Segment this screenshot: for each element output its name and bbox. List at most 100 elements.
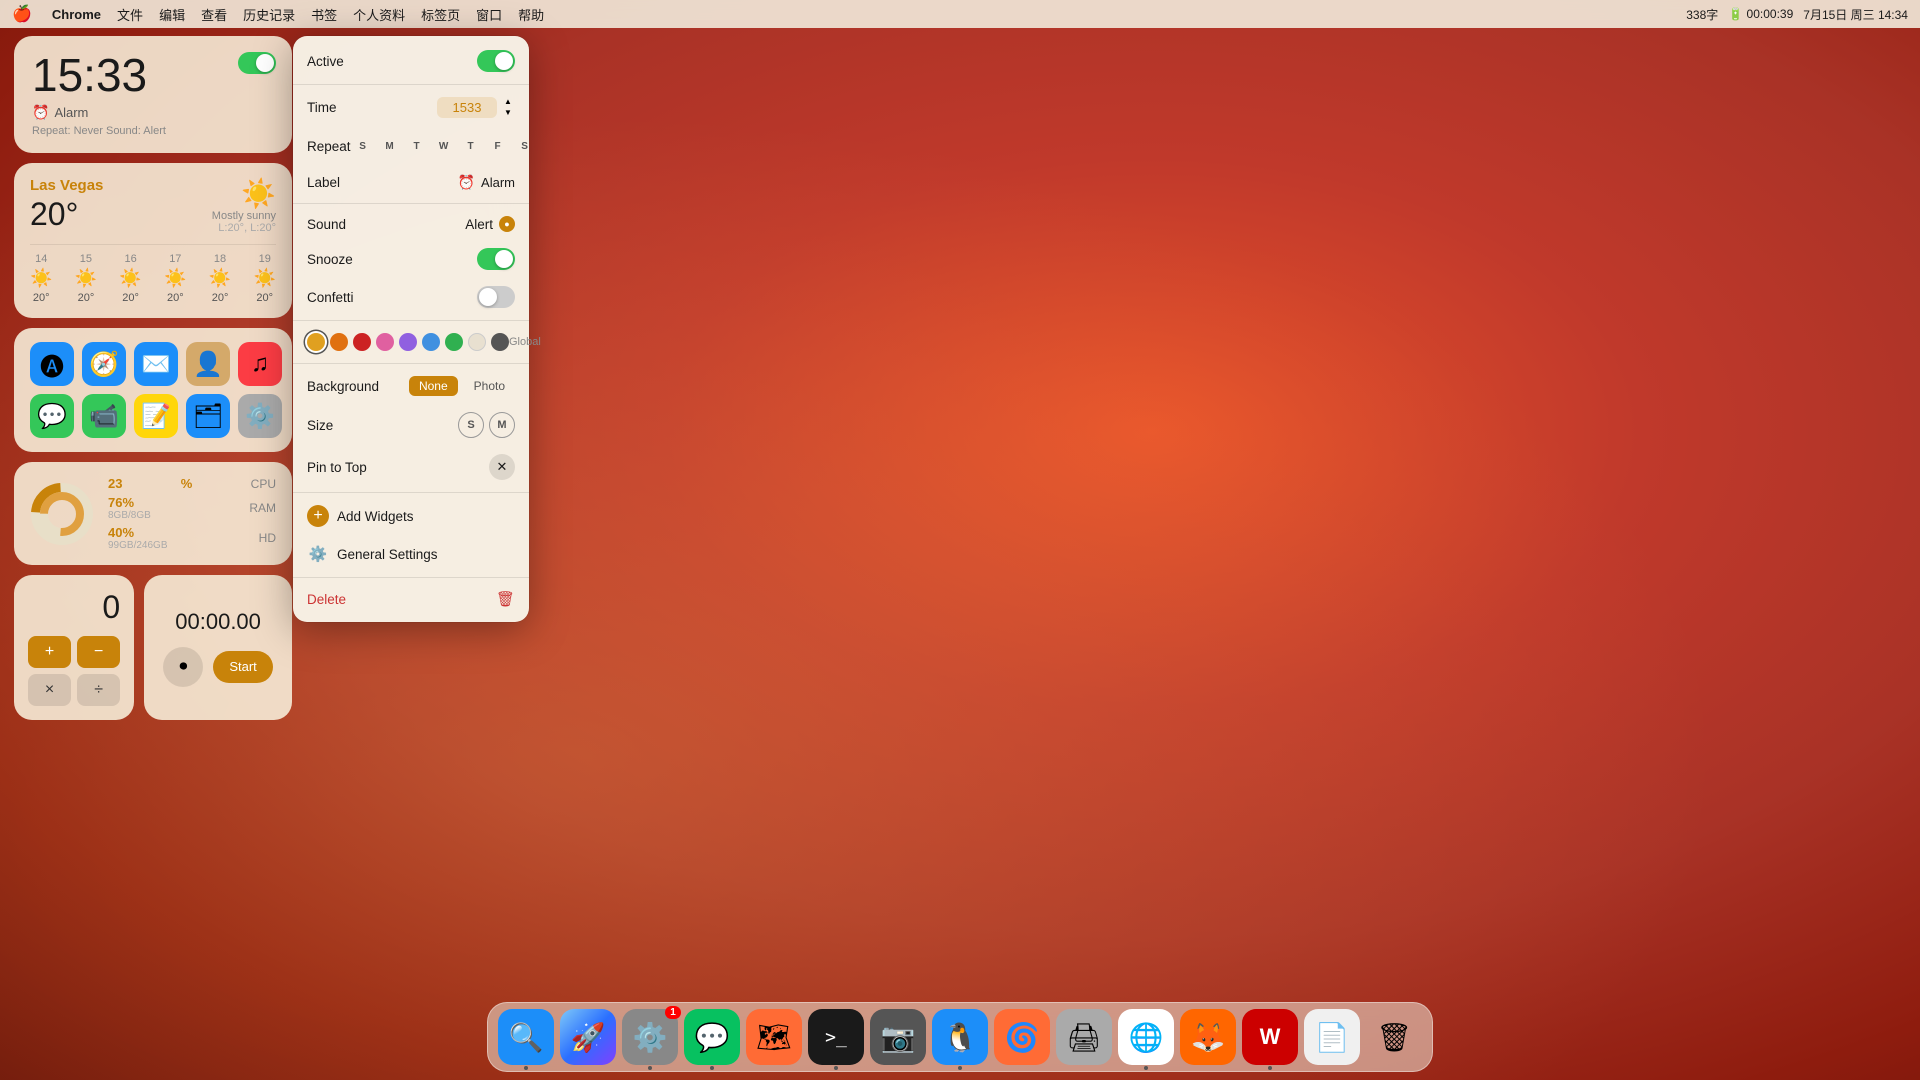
sp-time-up[interactable]: ▲ [501,97,515,107]
dock-printer[interactable]: 🖨 [1056,1009,1112,1065]
weather-header: Las Vegas 20° ☀️ Mostly sunny L:20°, L:2… [30,177,276,234]
weather-range: L:20°, L:20° [212,222,276,234]
stats-widget: 23% CPU 76% 8GB/8GB RAM 40% 99GB/246GB H… [14,462,292,565]
sp-color-green[interactable] [445,333,463,351]
dock-app9[interactable]: 🌀 [994,1009,1050,1065]
sp-color-black[interactable] [491,333,509,351]
app-appstore[interactable]: 🅐 [30,342,74,386]
apps-grid: 🅐 🧭 ✉️ 👤 ♫ 💬 📹 📝 🗂 ⚙️ [30,342,276,438]
menubar-app-name[interactable]: Chrome [52,7,101,22]
menubar-bookmarks[interactable]: 书签 [311,5,337,24]
dock-petalmaps[interactable]: 🗺 [746,1009,802,1065]
sp-pin-icon[interactable]: ✕ [489,454,515,480]
stats-cpu-label: CPU [251,477,276,491]
clock-toggle[interactable] [238,52,276,74]
sp-day-fri[interactable]: F [486,134,510,158]
forecast-icon-2: ☀️ [119,268,141,289]
sp-bg-photo-btn[interactable]: Photo [464,376,515,396]
sp-color-yellow[interactable] [307,333,325,351]
forecast-icon-3: ☀️ [164,268,186,289]
menubar-window[interactable]: 窗口 [476,5,502,24]
app-finder[interactable]: 🗂 [186,394,230,438]
dock-wps[interactable]: W [1242,1009,1298,1065]
forecast-icon-0: ☀️ [30,268,52,289]
apple-menu-icon[interactable]: 🍎 [12,4,32,24]
dock-app13-icon: 📄 [1315,1021,1350,1054]
sp-add-widgets-label: Add Widgets [337,509,414,524]
sp-general-settings-row[interactable]: ⚙️ General Settings [293,535,529,573]
sp-day-sun[interactable]: S [351,134,375,158]
sp-color-pink[interactable] [376,333,394,351]
dock-terminal[interactable]: >_ [808,1009,864,1065]
sp-snooze-toggle[interactable] [477,248,515,270]
app-safari[interactable]: 🧭 [82,342,126,386]
calc-minus-btn[interactable]: − [77,636,120,668]
weather-sun-icon: ☀️ [212,177,276,210]
sp-size-m-btn[interactable]: M [489,412,515,438]
sp-color-white[interactable] [468,333,486,351]
dock-chrome-dot [1144,1066,1148,1070]
sp-color-purple[interactable] [399,333,417,351]
sp-day-tue[interactable]: T [405,134,429,158]
sp-sound-value-row: Alert ● [465,216,515,232]
menubar-edit[interactable]: 编辑 [159,5,185,24]
weather-left: Las Vegas 20° [30,177,103,233]
dock-wechat[interactable]: 💬 [684,1009,740,1065]
sp-day-sat[interactable]: S [513,134,537,158]
app-contacts[interactable]: 👤 [186,342,230,386]
forecast-icon-4: ☀️ [209,268,231,289]
sp-confetti-toggle[interactable] [477,286,515,308]
menubar-file[interactable]: 文件 [117,5,143,24]
sp-day-mon[interactable]: M [378,134,402,158]
sp-color-blue[interactable] [422,333,440,351]
dock-finder-dot [524,1066,528,1070]
dock-imagecapture[interactable]: 📷 [870,1009,926,1065]
sp-active-toggle[interactable] [477,50,515,72]
menubar-help[interactable]: 帮助 [518,5,544,24]
dock-qq[interactable]: 🐧 [932,1009,988,1065]
sp-time-down[interactable]: ▼ [501,108,515,118]
calc-divide-btn[interactable]: ÷ [77,674,120,706]
menubar-profile[interactable]: 个人资料 [353,5,405,24]
stopwatch-reset-btn[interactable]: ⏺ [163,647,203,687]
sp-size-s-btn[interactable]: S [458,412,484,438]
sp-general-settings-label: General Settings [337,547,438,562]
dock-chrome[interactable]: 🌐 [1118,1009,1174,1065]
app-settings[interactable]: ⚙️ [238,394,282,438]
calc-plus-btn[interactable]: + [28,636,71,668]
app-messages[interactable]: 💬 [30,394,74,438]
sp-background-label: Background [307,379,379,394]
forecast-date-5: 19 [259,253,271,265]
dock-trash[interactable]: 🗑 [1366,1009,1422,1065]
dock-qq-dot [958,1066,962,1070]
app-notes[interactable]: 📝 [134,394,178,438]
app-facetime[interactable]: 📹 [82,394,126,438]
dock-launchpad[interactable]: 🚀 [560,1009,616,1065]
sp-time-input[interactable] [437,97,497,118]
stopwatch-widget: 00:00.00 ⏺ Start [144,575,292,720]
forecast-date-3: 17 [169,253,181,265]
sp-add-widgets-row[interactable]: + Add Widgets [293,497,529,535]
menubar-view[interactable]: 查看 [201,5,227,24]
sp-day-wed[interactable]: W [432,134,456,158]
dock-finder[interactable]: 🔍 [498,1009,554,1065]
menubar-tabs[interactable]: 标签页 [421,5,460,24]
sp-day-thu[interactable]: T [459,134,483,158]
widget-panel: 15:33 ⏰ Alarm Repeat: Never Sound: Alert… [14,36,292,720]
sp-delete-row[interactable]: Delete 🗑 [293,582,529,616]
dock-wechat-icon: 💬 [695,1021,730,1054]
dock-sysprefs[interactable]: ⚙️ 1 [622,1009,678,1065]
sp-color-red[interactable] [353,333,371,351]
calc-multiply-btn[interactable]: × [28,674,71,706]
stopwatch-start-btn[interactable]: Start [213,651,272,683]
app-mail[interactable]: ✉️ [134,342,178,386]
dock-firefox[interactable]: 🦊 [1180,1009,1236,1065]
sp-bg-none-btn[interactable]: None [409,376,458,396]
sp-color-orange[interactable] [330,333,348,351]
dock-firefox-icon: 🦊 [1191,1021,1226,1054]
weather-temp: 20° [30,196,103,233]
app-music[interactable]: ♫ [238,342,282,386]
dock-app13[interactable]: 📄 [1304,1009,1360,1065]
dock-terminal-icon: >_ [825,1027,847,1048]
menubar-history[interactable]: 历史记录 [243,5,295,24]
